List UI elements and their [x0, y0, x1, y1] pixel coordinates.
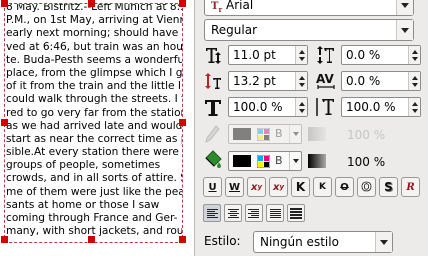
stroke-pen-icon	[203, 124, 223, 144]
chevron-down-icon[interactable]	[289, 152, 301, 170]
stroke-color-swatch	[233, 128, 251, 140]
text-line: red to go very far from the station,	[6, 106, 183, 119]
superscript-button[interactable]: xy	[269, 177, 288, 197]
text-line: start as near the correct time as pos-	[6, 132, 182, 145]
align-center-button[interactable]	[224, 204, 242, 222]
resize-handle-top[interactable]	[88, 0, 95, 7]
paragraph-style-combo[interactable]: Ningún estilo	[253, 231, 393, 253]
resize-handle-top-left[interactable]	[1, 0, 8, 7]
align-justify-button[interactable]	[266, 204, 284, 222]
stroke-shade-value: 100 %	[347, 128, 386, 142]
scale-width-input[interactable]: 100.0 %	[228, 97, 308, 117]
resize-handle-right[interactable]	[179, 119, 186, 126]
resize-handle-bottom[interactable]	[88, 236, 95, 243]
text-line: groups of people, sometimes	[6, 159, 161, 172]
scale-height-icon	[316, 97, 336, 117]
chevron-down-icon[interactable]	[396, 20, 413, 40]
strikethrough-button[interactable]: O	[335, 177, 354, 197]
text-line: as we had arrived late and would	[6, 119, 183, 132]
baseline-offset-input[interactable]: 0.0 %	[341, 45, 421, 65]
underline-words-button[interactable]: W	[225, 177, 244, 197]
text-line: coming through France and Ger-	[6, 212, 178, 224]
baseline-offset-icon	[316, 45, 336, 65]
baseline-offset-stepper[interactable]	[408, 46, 420, 64]
chevron-down-icon[interactable]	[396, 0, 413, 15]
svg-text:AV: AV	[316, 72, 334, 86]
fill-shade-value: 100 %	[347, 155, 386, 169]
text-line: place, from the glimpse which I got	[6, 66, 183, 79]
paragraph-style-value: Ningún estilo	[260, 235, 339, 249]
font-size-input[interactable]: 11.0 pt	[228, 45, 308, 65]
fill-color-swatch	[233, 155, 251, 167]
more-effects-button[interactable]: R	[401, 177, 420, 197]
resize-handle-bottom-right[interactable]	[179, 236, 186, 243]
text-line: early next morning; should have arri-	[6, 27, 182, 40]
font-size-icon	[203, 45, 223, 65]
align-left-button[interactable]	[203, 204, 221, 222]
text-line: ved at 6:46, but train was an hour la-	[6, 40, 183, 53]
outline-button[interactable]: O	[357, 177, 376, 197]
align-force-justify-button[interactable]	[287, 204, 305, 222]
text-line: P.M., on 1st May, arriving at Vienna	[6, 14, 183, 27]
font-size-stepper[interactable]	[295, 46, 307, 64]
shadow-button[interactable]: S	[379, 177, 398, 197]
text-line: of it from the train and the little I	[6, 80, 182, 93]
line-spacing-input[interactable]: 13.2 pt	[228, 71, 308, 91]
font-style-value: Regular	[211, 23, 258, 37]
text-line: sible.At every station there were	[6, 146, 179, 159]
fill-shade-icon	[308, 154, 326, 168]
chevron-down-icon[interactable]	[375, 232, 392, 252]
fill-color-select[interactable]: B	[228, 151, 302, 171]
resize-handle-bottom-left[interactable]	[1, 236, 8, 243]
small-caps-button[interactable]: K	[313, 177, 332, 197]
subscript-button[interactable]: xy	[247, 177, 266, 197]
text-line: could walk through the streets. I fea-	[6, 93, 183, 106]
tracking-icon: AV	[316, 71, 336, 91]
font-style-combo[interactable]: Regular	[204, 19, 414, 41]
cmyk-icon	[257, 128, 270, 141]
tracking-input[interactable]: 0.0 %	[341, 71, 421, 91]
underline-button[interactable]: U	[203, 177, 222, 197]
scale-width-stepper[interactable]	[295, 98, 307, 116]
all-caps-button[interactable]: K	[291, 177, 310, 197]
font-family-combo[interactable]: Tr Arial	[204, 0, 414, 16]
text-frame[interactable]: 8 May. Bistritz.--Left Munich at 8:35 P.…	[4, 3, 183, 243]
text-line: sants at home or those I saw	[6, 198, 160, 211]
frame-text: 8 May. Bistritz.--Left Munich at 8:35 P.…	[6, 4, 183, 238]
line-spacing-icon	[203, 71, 223, 91]
line-spacing-stepper[interactable]	[295, 72, 307, 90]
scale-width-icon	[203, 97, 223, 117]
tracking-stepper[interactable]	[408, 72, 420, 90]
text-line: me of them were just like the pea-	[6, 185, 183, 198]
scale-height-stepper[interactable]	[408, 98, 420, 116]
text-line: te. Buda-Pesth seems a wonderful	[6, 53, 183, 66]
document-canvas[interactable]: 8 May. Bistritz.--Left Munich at 8:35 P.…	[0, 0, 194, 256]
fill-bucket-icon	[203, 150, 223, 170]
resize-handle-left[interactable]	[1, 119, 8, 126]
text-properties-panel: Tr Arial Regular 11.0 pt 0.0 % 13.2 pt A…	[194, 0, 428, 256]
scale-height-input[interactable]: 100.0 %	[341, 97, 421, 117]
stroke-shade-icon	[308, 127, 326, 141]
resize-handle-top-right[interactable]	[179, 0, 186, 7]
chevron-down-icon[interactable]	[289, 125, 301, 143]
style-label: Estilo:	[204, 234, 241, 248]
font-family-value: Tr Arial	[211, 0, 254, 14]
cmyk-icon	[257, 155, 270, 168]
text-line: crowds, and in all sorts of attire. So-	[6, 172, 183, 185]
align-right-button[interactable]	[245, 204, 263, 222]
font-icon: Tr	[211, 1, 223, 14]
stroke-color-select[interactable]: B	[228, 124, 302, 144]
